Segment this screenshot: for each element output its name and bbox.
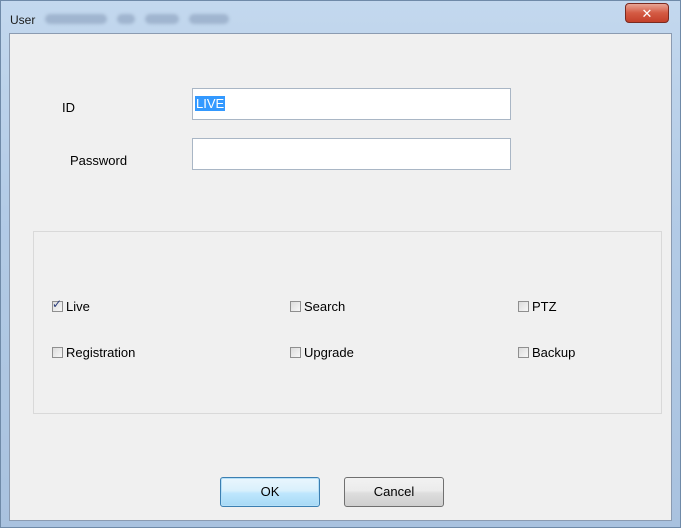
dialog-body: ID LIVE Password ✓ Live Search PTZ Regis… [9, 33, 672, 521]
permissions-group: ✓ Live Search PTZ Registration Upgrade B… [33, 231, 662, 414]
checkbox-live-box[interactable]: ✓ [52, 297, 63, 312]
checkbox-backup-label: Backup [532, 345, 576, 360]
checkbox-upgrade-box[interactable] [290, 347, 301, 358]
checkbox-ptz-label: PTZ [532, 299, 557, 314]
id-field[interactable]: LIVE [192, 88, 511, 120]
checkbox-registration-box[interactable] [52, 347, 63, 358]
checkbox-live[interactable]: ✓ Live [52, 297, 90, 314]
user-dialog: User ✕ ID LIVE Password ✓ Live Search PT… [0, 0, 681, 528]
cancel-button[interactable]: Cancel [344, 477, 444, 507]
checkbox-live-label: Live [66, 299, 90, 314]
close-button[interactable]: ✕ [625, 3, 669, 23]
ok-button[interactable]: OK [220, 477, 320, 507]
close-icon: ✕ [641, 6, 653, 21]
id-label: ID [62, 100, 75, 115]
checkbox-ptz[interactable]: PTZ [518, 299, 557, 314]
password-label: Password [70, 153, 128, 168]
checkbox-registration-label: Registration [66, 345, 136, 360]
checkmark-icon: ✓ [52, 297, 63, 311]
blurred-title-text [45, 14, 229, 24]
checkbox-upgrade-label: Upgrade [304, 345, 354, 360]
checkbox-search[interactable]: Search [290, 299, 345, 314]
checkbox-registration[interactable]: Registration [52, 345, 135, 360]
checkbox-search-box[interactable] [290, 301, 301, 312]
checkbox-backup-box[interactable] [518, 347, 529, 358]
password-field[interactable] [192, 138, 511, 170]
id-field-value: LIVE [195, 96, 226, 111]
window-title: User [10, 13, 36, 27]
checkbox-backup[interactable]: Backup [518, 345, 575, 360]
checkbox-upgrade[interactable]: Upgrade [290, 345, 354, 360]
title-bar[interactable]: User ✕ [1, 1, 680, 35]
checkbox-ptz-box[interactable] [518, 301, 529, 312]
checkbox-search-label: Search [304, 299, 346, 314]
